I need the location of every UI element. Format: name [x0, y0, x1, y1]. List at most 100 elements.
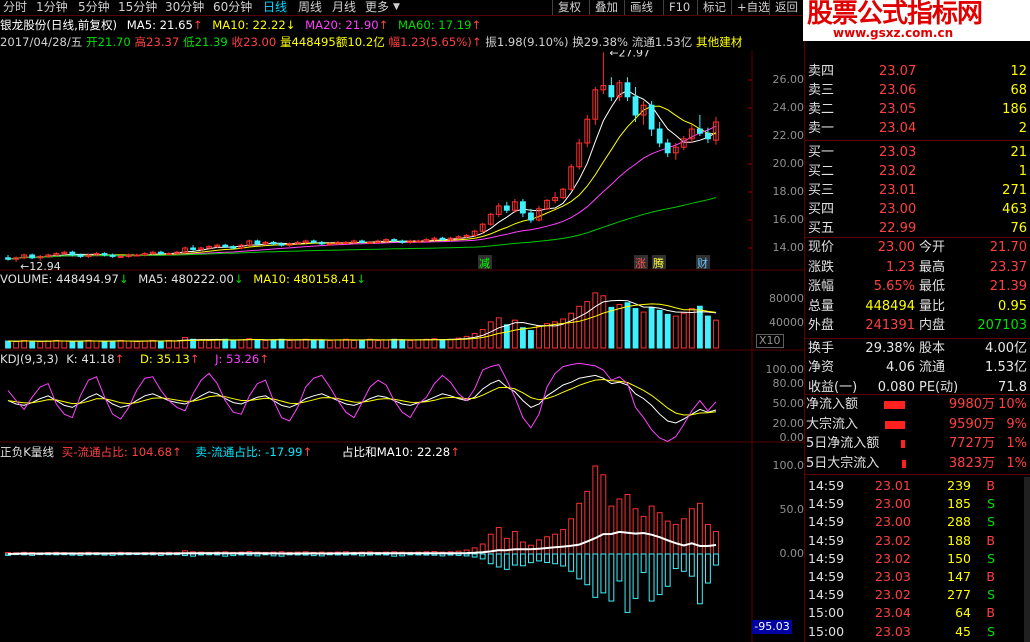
zf-buy-bar [592, 465, 599, 555]
zf-sell-bar [519, 553, 526, 567]
flow-pct: 1% [1006, 455, 1027, 471]
period-tab-9[interactable]: 更多 [365, 0, 389, 15]
tick-row-2[interactable]: 14:59 23.00 288 S [805, 513, 1030, 531]
volume-bar [672, 315, 679, 349]
kline-chart[interactable]: ←27.97←12.94 减涨腾财 [0, 50, 804, 642]
volume-bar [664, 313, 671, 349]
quote-line: 2017/04/28/五 开21.70 高23.37 低21.39 收23.00… [0, 35, 790, 50]
volume-bar [101, 341, 108, 349]
toolbar-button-4[interactable]: 标记 [697, 0, 731, 15]
period-tab-8[interactable]: 月线 [332, 0, 356, 15]
bid-row-2[interactable]: 买三 23.01 271 [805, 182, 1030, 200]
tick-row-4[interactable]: 14:59 23.02 150 S [805, 550, 1030, 568]
period-tab-1[interactable]: 1分钟 [36, 0, 68, 15]
volume-bar [342, 338, 349, 349]
toolbar-button-6[interactable]: 返回 [769, 0, 803, 15]
tick-volume: 64 [955, 605, 971, 621]
stat-label: 现价 [808, 240, 835, 255]
ask-label: 卖一 [808, 121, 835, 136]
volume-bar [133, 341, 140, 349]
tick-price: 23.02 [875, 587, 911, 603]
volume-bar [519, 327, 526, 349]
quote-turnover: 换29.38% [572, 35, 629, 49]
volume-unit: X10 [756, 334, 784, 348]
tick-row-1[interactable]: 14:59 23.00 185 S [805, 495, 1030, 513]
period-tab-0[interactable]: 分时 [3, 0, 27, 15]
stock-name: 银龙股份(日线,前复权) [0, 18, 118, 32]
price-axis-label-6: 14.00 [772, 241, 805, 254]
zf-buy-bar [552, 533, 558, 555]
volume-bar [222, 338, 229, 349]
zf-sell-bar [503, 553, 510, 570]
tick-scrollbar[interactable] [1024, 477, 1030, 642]
tick-row-6[interactable]: 14:59 23.02 277 S [805, 586, 1030, 604]
tick-row-0[interactable]: 14:59 23.01 239 B [805, 477, 1030, 495]
period-tab-7[interactable]: 周线 [298, 0, 322, 15]
stat-row-1: 涨跌 1.23 最高 23.37 [805, 259, 1030, 277]
ma10-line [7, 105, 717, 260]
zf-sell-bar [584, 553, 591, 586]
toolbar-button-3[interactable]: F10 [663, 0, 695, 15]
candle [552, 192, 558, 204]
kdj-axis-label-0: 100.00 [765, 363, 805, 376]
volume-bar [592, 292, 599, 349]
bid-row-0[interactable]: 买一 23.03 21 [805, 144, 1030, 162]
ma10-value: MA10: 22.22↓ [212, 18, 296, 32]
bid-row-1[interactable]: 买二 23.02 1 [805, 163, 1030, 181]
stat-label: 外盘 [808, 318, 835, 333]
tick-side: S [987, 514, 995, 530]
candle [656, 122, 663, 148]
volume-bar [37, 341, 44, 349]
candle [133, 253, 140, 257]
candle [471, 229, 478, 237]
ask-row-0[interactable]: 卖四 23.07 12 [805, 63, 1030, 81]
volume-bar [600, 295, 607, 349]
ask-qty: 2 [1018, 121, 1027, 136]
bid-row-4[interactable]: 买五 22.99 76 [805, 220, 1030, 238]
stat-value-2: 207103 [977, 318, 1027, 333]
tick-row-5[interactable]: 14:59 23.03 147 B [805, 568, 1030, 586]
volume-bar [423, 338, 430, 349]
period-tab-4[interactable]: 30分钟 [165, 0, 204, 15]
stat-label: 涨跌 [808, 259, 835, 275]
volume-bar [149, 339, 156, 349]
ma-legend: 银龙股份(日线,前复权) MA5: 21.65↑ MA10: 22.22↓ MA… [0, 16, 790, 35]
volume-bar [576, 305, 583, 349]
tick-row-3[interactable]: 14:59 23.02 188 B [805, 532, 1030, 550]
tick-row-8[interactable]: 15:00 23.03 45 S [805, 623, 1030, 641]
flow-row-1: 大宗流入 9590万 9% [805, 416, 1030, 434]
tick-row-7[interactable]: 15:00 23.04 64 B [805, 604, 1030, 622]
volume-bar [278, 338, 285, 349]
tick-volume: 277 [947, 587, 971, 603]
volume-bar [230, 339, 237, 349]
quote-amplitude: 振1.98(9.10%) [485, 35, 569, 49]
period-tab-3[interactable]: 15分钟 [118, 0, 157, 15]
more-chevron-icon[interactable]: ▼ [393, 0, 400, 15]
period-tab-6[interactable]: 日线 [263, 0, 287, 15]
stat-label-2: 量比 [919, 298, 946, 314]
ask-row-3[interactable]: 卖一 23.04 2 [805, 120, 1030, 138]
high-price-mark: ←27.97 [609, 50, 650, 59]
quote-high: 高23.37 [134, 35, 180, 49]
ask-row-2[interactable]: 卖二 23.05 186 [805, 101, 1030, 119]
toolbar-button-1[interactable]: 叠加 [589, 0, 623, 15]
tick-price: 23.02 [875, 550, 911, 566]
volume-bar [157, 340, 164, 349]
candle [600, 52, 607, 94]
tick-volume: 288 [947, 514, 971, 530]
period-tab-2[interactable]: 5分钟 [78, 0, 110, 15]
zf-sell: 卖-流通占比: -17.99↑ [195, 445, 313, 459]
bid-row-3[interactable]: 买四 23.00 463 [805, 201, 1030, 219]
volume-bar [471, 333, 478, 349]
candle [648, 101, 655, 136]
volume-bar [109, 340, 116, 349]
period-tab-5[interactable]: 60分钟 [213, 0, 252, 15]
stat-value-2: 21.39 [989, 279, 1027, 294]
toolbar-button-2[interactable]: 画线 [624, 0, 658, 15]
tick-time: 15:00 [808, 605, 845, 621]
quote-volume: 量448495 [279, 35, 336, 49]
volume-bar [85, 339, 92, 349]
ask-row-1[interactable]: 卖三 23.06 68 [805, 82, 1030, 100]
toolbar-button-0[interactable]: 复权 [552, 0, 586, 15]
stat-label-2: 最高 [919, 259, 946, 275]
